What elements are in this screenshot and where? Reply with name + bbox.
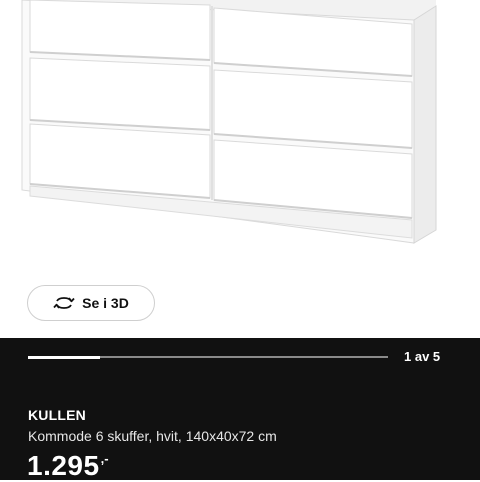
gallery-page-counter: 1 av 5 <box>404 349 441 364</box>
product-price: 1.295,- <box>27 450 109 482</box>
product-name: KULLEN <box>28 407 86 423</box>
drawer-right-middle <box>213 69 413 149</box>
price-amount: 1.295 <box>27 450 100 481</box>
gallery-progress-bar[interactable] <box>28 355 388 359</box>
product-description: Kommode 6 skuffer, hvit, 140x40x72 cm <box>28 428 277 444</box>
drawer-left-middle <box>29 57 211 131</box>
view-in-3d-button[interactable]: Se i 3D <box>27 285 155 321</box>
drawer-left-top <box>29 0 211 61</box>
gallery-progress-fill <box>28 355 100 359</box>
drawer-left-bottom <box>29 123 211 199</box>
rotate-3d-icon <box>53 297 75 309</box>
product-info-panel: 1 av 5 KULLEN Kommode 6 skuffer, hvit, 1… <box>0 338 480 482</box>
price-suffix: ,- <box>100 451 109 466</box>
view-in-3d-label: Se i 3D <box>82 295 129 311</box>
